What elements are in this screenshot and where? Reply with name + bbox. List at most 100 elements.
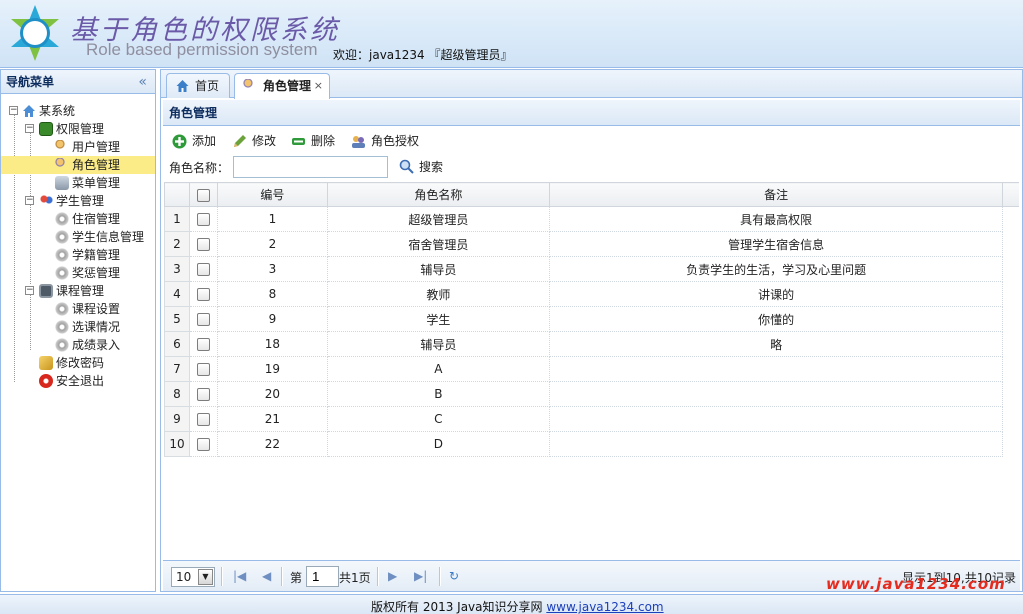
prev-page-icon[interactable]: ◀ <box>262 569 271 583</box>
column-header-remark[interactable]: 备注 <box>548 182 1004 207</box>
tree-node-course[interactable]: − 课程管理 <box>1 282 155 300</box>
tree-label: 修改密码 <box>56 356 105 370</box>
tree-item-menu-management[interactable]: 菜单管理 <box>1 174 155 192</box>
tree-item-dorm[interactable]: 住宿管理 <box>1 210 155 228</box>
home-icon <box>176 80 189 92</box>
next-page-icon[interactable]: ▶ <box>388 569 397 583</box>
edit-label: 修改 <box>252 134 277 148</box>
first-page-icon[interactable]: |◀ <box>233 569 246 583</box>
search-button-label: 搜索 <box>419 160 444 174</box>
tree-item-change-password[interactable]: 修改密码 <box>1 354 155 372</box>
row-checkbox[interactable] <box>196 313 210 326</box>
app-header: 基于角色的权限系统 Role based permission system 欢… <box>0 0 1023 68</box>
refresh-icon[interactable]: ↻ <box>449 569 459 583</box>
cell-id: 9 <box>217 306 328 332</box>
chevron-down-icon[interactable]: ▼ <box>198 569 213 585</box>
cell-remark: 负责学生的生活，学习及心里问题 <box>549 256 1004 282</box>
cell-remark: 讲课的 <box>549 281 1004 307</box>
tree-item-course-selection[interactable]: 选课情况 <box>1 318 155 336</box>
row-number: 5 <box>164 306 190 332</box>
tree-node-student[interactable]: − 学生管理 <box>1 192 155 210</box>
collapse-toggle-icon[interactable]: − <box>9 106 18 115</box>
row-checkbox[interactable] <box>196 288 210 301</box>
row-checkbox[interactable] <box>196 413 210 426</box>
cell-name: 超级管理员 <box>327 206 550 232</box>
page-size-select[interactable]: 10 ▼ <box>171 567 215 587</box>
tree-item-grade-entry[interactable]: 成绩录入 <box>1 336 155 354</box>
cell-remark: 你懂的 <box>549 306 1004 332</box>
row-spacer <box>1003 432 1019 457</box>
gear-icon <box>55 302 69 316</box>
collapse-toggle-icon[interactable]: − <box>25 124 34 133</box>
search-label: 角色名称： <box>169 161 230 175</box>
tree-node-root[interactable]: − 某系统 <box>1 102 155 120</box>
cell-remark: 略 <box>549 331 1004 357</box>
cell-remark: 管理学生宿舍信息 <box>549 231 1004 257</box>
footer-link[interactable]: www.java1234.com <box>546 600 663 614</box>
delete-button[interactable]: 删除 <box>291 130 335 152</box>
table-row[interactable]: 6 18 辅导员略 <box>164 331 1020 357</box>
double-chevron-left-icon[interactable]: « <box>138 70 147 94</box>
tree-item-enrollment[interactable]: 学籍管理 <box>1 246 155 264</box>
page-label: 第 <box>290 571 303 585</box>
table-row[interactable]: 1 1 超级管理员 具有最高权限 <box>164 206 1020 232</box>
tab-bar: 首页 角色管理 × <box>161 70 1022 99</box>
row-checkbox[interactable] <box>196 338 210 351</box>
add-label: 添加 <box>192 134 217 148</box>
row-checkbox[interactable] <box>196 263 210 276</box>
delete-label: 删除 <box>311 134 336 148</box>
table-row[interactable]: 9 21 C <box>164 406 1020 432</box>
search-button[interactable]: 搜索 <box>399 156 443 178</box>
tree-item-user-management[interactable]: 用户管理 <box>1 138 155 156</box>
table-row[interactable]: 2 2 宿舍管理员 管理学生宿舍信息 <box>164 231 1020 257</box>
row-number: 1 <box>164 206 190 232</box>
edit-button[interactable]: 修改 <box>232 130 276 152</box>
add-button[interactable]: 添加 <box>172 130 216 152</box>
authorize-role-button[interactable]: 角色授权 <box>351 130 419 152</box>
students-icon <box>39 194 53 208</box>
tree-item-course-setting[interactable]: 课程设置 <box>1 300 155 318</box>
tree-label: 安全退出 <box>56 374 105 388</box>
tree-item-role-management[interactable]: 角色管理 <box>1 156 155 174</box>
table-row[interactable]: 4 8 教师 讲课的 <box>164 281 1020 307</box>
nav-tree: − 某系统 − 权限管理 用户管理 角色管理 菜单管理 − 学生管理 住宿管理 … <box>1 94 155 390</box>
row-checkbox-cell <box>189 406 218 432</box>
gear-icon <box>55 212 69 226</box>
cell-remark <box>549 381 1004 407</box>
tree-label: 学生信息管理 <box>72 230 145 244</box>
column-header-id[interactable]: 编号 <box>216 182 328 207</box>
row-checkbox-cell <box>189 431 218 457</box>
cell-id: 3 <box>217 256 328 282</box>
role-name-search-input[interactable] <box>233 156 388 178</box>
tree-item-student-info[interactable]: 学生信息管理 <box>1 228 155 246</box>
table-row[interactable]: 3 3 辅导员 负责学生的生活，学习及心里问题 <box>164 256 1020 282</box>
cell-id: 21 <box>217 406 328 432</box>
collapse-toggle-icon[interactable]: − <box>25 196 34 205</box>
tree-label: 课程设置 <box>72 302 121 316</box>
row-checkbox[interactable] <box>196 438 210 451</box>
tree-item-logout[interactable]: 安全退出 <box>1 372 155 390</box>
row-checkbox[interactable] <box>196 363 210 376</box>
last-page-icon[interactable]: ▶| <box>414 569 427 583</box>
table-row[interactable]: 8 20 B <box>164 381 1020 407</box>
row-checkbox[interactable] <box>196 388 210 401</box>
collapse-toggle-icon[interactable]: − <box>25 286 34 295</box>
row-spacer <box>1003 232 1019 257</box>
tree-label: 住宿管理 <box>72 212 121 226</box>
tree-node-permission[interactable]: − 权限管理 <box>1 120 155 138</box>
row-checkbox-cell <box>189 306 218 332</box>
close-icon[interactable]: × <box>314 74 323 98</box>
cell-name: A <box>327 356 550 382</box>
table-row[interactable]: 5 9 学生 你懂的 <box>164 306 1020 332</box>
page-number-input[interactable] <box>306 566 339 587</box>
column-header-name[interactable]: 角色名称 <box>326 182 550 207</box>
table-row[interactable]: 7 19 A <box>164 356 1020 382</box>
tab-role-management[interactable]: 角色管理 × <box>234 73 330 99</box>
gear-icon <box>55 230 69 244</box>
select-all-checkbox[interactable] <box>196 188 210 202</box>
table-row[interactable]: 10 22 D <box>164 431 1020 457</box>
row-checkbox[interactable] <box>196 213 210 226</box>
row-checkbox[interactable] <box>196 238 210 251</box>
tree-item-rewards[interactable]: 奖惩管理 <box>1 264 155 282</box>
tab-home[interactable]: 首页 <box>166 73 230 98</box>
